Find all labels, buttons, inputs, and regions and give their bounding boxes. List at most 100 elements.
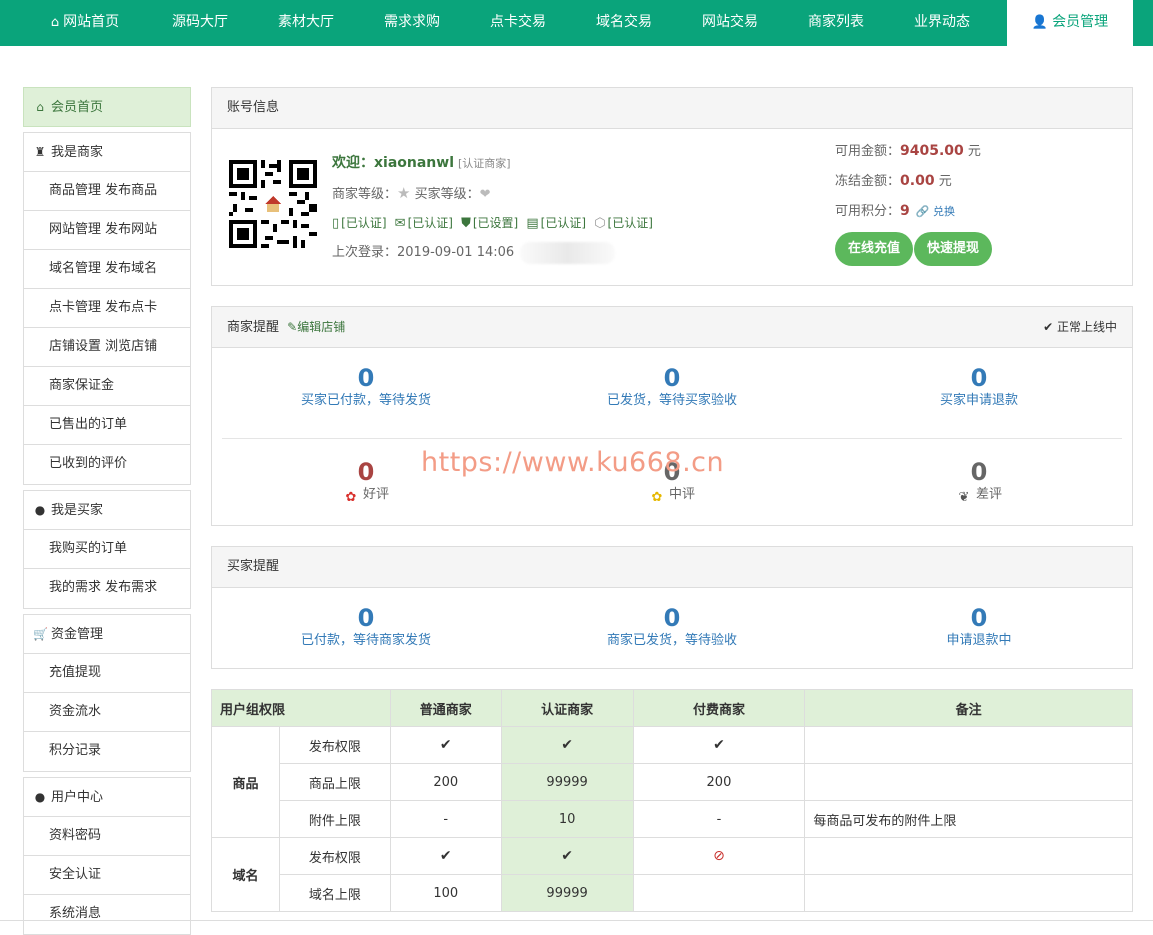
sidebar-item[interactable]: 域名管理 发布域名 <box>24 250 190 289</box>
note-cell: 每商品可发布的附件上限 <box>804 800 1133 838</box>
badge-phone[interactable]: [已认证] <box>341 216 386 230</box>
cell <box>632 874 806 912</box>
sidebar-item[interactable]: 系统消息 <box>24 895 190 934</box>
shield-icon: ⛊ <box>461 216 471 231</box>
check-icon: ✔ <box>389 726 502 764</box>
note-cell <box>804 763 1133 801</box>
nav-item-news[interactable]: 业界动态 <box>892 0 992 46</box>
stat-paid-awaiting-ship[interactable]: 0 买家已付款，等待发货 <box>216 365 516 411</box>
sidebar-item[interactable]: 我的需求 发布需求 <box>24 569 190 608</box>
sidebar-item[interactable]: 积分记录 <box>24 732 190 771</box>
nav-item-home[interactable]: ⌂ 网站首页 <box>30 0 140 46</box>
sidebar-item[interactable]: 已收到的评价 <box>24 445 190 484</box>
buyer-panel: 买家提醒 0 已付款，等待商家发货 0 商家已发货，等待验收 0 申请退款中 <box>211 546 1133 669</box>
welcome-label: 欢迎： <box>332 155 374 171</box>
permissions-table: 用户组权限 普通商家 认证商家 付费商家 备注 商品 发布权限 ✔ ✔ ✔ 商品… <box>211 689 1133 912</box>
sidebar-item[interactable]: 商家保证金 <box>24 367 190 406</box>
column-header: 付费商家 <box>632 689 806 727</box>
nav-item-website[interactable]: 网站交易 <box>680 0 780 46</box>
nav-item-material[interactable]: 素材大厅 <box>256 0 356 46</box>
yellow-flower-icon: ✿ <box>651 489 663 505</box>
sidebar-item[interactable]: 点卡管理 发布点卡 <box>24 289 190 328</box>
sidebar-item[interactable]: 商品管理 发布商品 <box>24 172 190 211</box>
panel-title: 商家提醒 <box>227 320 280 335</box>
nav-item-source[interactable]: 源码大厅 <box>150 0 250 46</box>
heart-icon: ❤ <box>479 187 491 202</box>
user-icon: 👤 <box>1031 15 1049 30</box>
sidebar-group-title[interactable]: 🛒 资金管理 <box>24 615 190 654</box>
unit: 元 <box>938 174 952 189</box>
table-row: 域名上限 100 99999 <box>212 874 1133 912</box>
cell: 200 <box>632 763 806 801</box>
sidebar-item[interactable]: 已售出的订单 <box>24 406 190 445</box>
badge-email[interactable]: [已认证] <box>408 216 453 230</box>
column-header: 认证商家 <box>500 689 634 727</box>
badge-security[interactable]: [已设置] <box>473 216 518 230</box>
account-info: 欢迎：xiaonanwl [认证商家] 商家等级：★ 买家等级：❤ ▯ [已认证] … <box>332 148 732 268</box>
panel-title: 买家提醒 <box>212 547 1132 588</box>
sidebar-group-title[interactable]: ● 用户中心 <box>24 778 190 817</box>
stat-paid-awaiting-ship[interactable]: 0 已付款，等待商家发货 <box>216 605 516 651</box>
sidebar-item[interactable]: 网站管理 发布网站 <box>24 211 190 250</box>
sidebar-item[interactable]: 充值提现 <box>24 654 190 693</box>
stat-refunding[interactable]: 0 申请退款中 <box>829 605 1129 651</box>
cell: 100 <box>389 874 502 912</box>
exchange-link[interactable]: 🔗 兑换 <box>916 205 955 218</box>
merchant-panel: 商家提醒 ✎编辑店铺 ✔ 正常上线中 0 买家已付款，等待发货 0 已发货，等待… <box>211 306 1133 526</box>
badge-identity[interactable]: [已认证] <box>541 216 586 230</box>
stat-value: 0 <box>663 364 681 392</box>
cell: 10 <box>500 800 634 838</box>
user-icon: ● <box>34 790 46 804</box>
buyer-level-label: 买家等级： <box>414 187 480 202</box>
column-header: 用户组权限 <box>211 689 391 727</box>
badge-deposit[interactable]: [已认证] <box>608 216 653 230</box>
available-amount: 9405.00 <box>900 143 964 159</box>
sidebar-group-title[interactable]: ♜ 我是商家 <box>24 133 190 172</box>
withdraw-button[interactable]: 快速提现 <box>914 232 993 266</box>
unit: 元 <box>967 144 981 159</box>
column-header: 普通商家 <box>389 689 502 727</box>
nav-item-merchants[interactable]: 商家列表 <box>786 0 886 46</box>
sidebar-group-merchant: ♜ 我是商家 商品管理 发布商品 网站管理 发布网站 域名管理 发布域名 点卡管理… <box>23 132 191 485</box>
sidebar-item[interactable]: 安全认证 <box>24 856 190 895</box>
sidebar-group-title[interactable]: ● 我是买家 <box>24 491 190 530</box>
check-icon: ✔ <box>389 837 502 875</box>
edit-shop-link[interactable]: ✎编辑店铺 <box>287 320 345 334</box>
row-name: 商品上限 <box>278 763 391 801</box>
top-nav: ⌂ 网站首页 源码大厅 素材大厅 需求求购 点卡交易 域名交易 网站交易 商家列表… <box>0 0 1153 46</box>
sidebar-item[interactable]: 资金流水 <box>24 693 190 732</box>
cert-tag: [认证商家] <box>458 157 511 170</box>
sidebar-item[interactable]: 资料密码 <box>24 817 190 856</box>
stat-label: 已发货，等待买家验收 <box>606 393 737 408</box>
edit-shop-label: 编辑店铺 <box>297 320 346 334</box>
cell: 99999 <box>500 763 634 801</box>
frozen-label: 冻结金额： <box>835 174 901 189</box>
verification-badges: ▯ [已认证] ✉ [已认证] ⛊ [已设置] ▤ [已认证] ⬡ [已认证] <box>332 208 732 238</box>
row-name: 附件上限 <box>278 800 391 838</box>
account-balance: 可用金额：9405.00 元 冻结金额：0.00 元 可用积分：9 🔗 兑换 在线… <box>835 136 1125 266</box>
exchange-label: 兑换 <box>932 205 955 218</box>
recharge-button[interactable]: 在线充值 <box>835 232 914 266</box>
qr-code-image <box>229 160 317 248</box>
nav-item-card[interactable]: 点卡交易 <box>468 0 568 46</box>
nav-item-demand[interactable]: 需求求购 <box>362 0 462 46</box>
email-verified-icon: ✉ <box>394 216 406 231</box>
available-label: 可用金额： <box>835 144 901 159</box>
stat-shipped-awaiting-accept[interactable]: 0 已发货，等待买家验收 <box>522 365 822 411</box>
sidebar: ⌂ 会员首页 ♜ 我是商家 商品管理 发布商品 网站管理 发布网站 域名管理 发布域… <box>23 87 191 935</box>
stat-shipped-awaiting-accept[interactable]: 0 商家已发货，等待验收 <box>522 605 822 651</box>
stat-negative-review[interactable]: 0 ❦ 差评 <box>829 459 1129 505</box>
stat-refund-requested[interactable]: 0 买家申请退款 <box>829 365 1129 411</box>
user-icon: ● <box>34 503 46 517</box>
sidebar-item-home[interactable]: ⌂ 会员首页 <box>23 87 191 127</box>
sidebar-group-user: ● 用户中心 资料密码 安全认证 系统消息 <box>23 777 191 935</box>
seller-level-label: 商家等级： <box>332 187 398 202</box>
stat-label: 中评 <box>668 487 695 502</box>
sidebar-item[interactable]: 店铺设置 浏览店铺 <box>24 328 190 367</box>
nav-item-domain[interactable]: 域名交易 <box>574 0 674 46</box>
sidebar-item[interactable]: 我购买的订单 <box>24 530 190 569</box>
stat-value: 0 <box>970 604 988 632</box>
note-cell <box>804 837 1133 875</box>
row-name: 发布权限 <box>278 726 391 764</box>
nav-item-member[interactable]: 👤 会员管理 <box>1007 0 1133 46</box>
